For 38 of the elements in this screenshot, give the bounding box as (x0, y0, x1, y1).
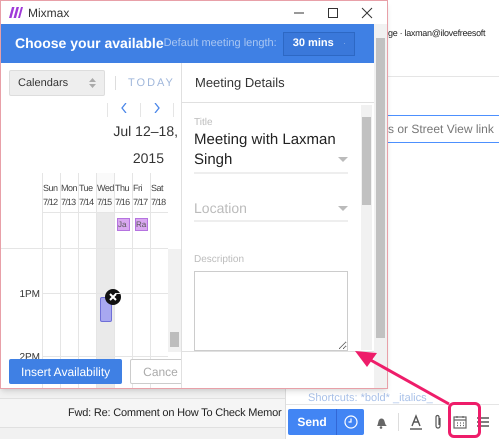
email-row[interactable]: Fwd: Re: Comment on How To Check Memor (0, 398, 285, 428)
sort-icon (89, 78, 96, 88)
meeting-length-label: Default meeting length: (164, 36, 277, 52)
field-label: Description (194, 253, 246, 267)
meeting-length-dropdown[interactable]: 30 mins (282, 32, 355, 56)
close-icon[interactable] (361, 6, 373, 18)
header-title: Choose your available (15, 34, 164, 53)
scrollbar[interactable] (374, 24, 387, 388)
calendar-event[interactable]: Ra (135, 218, 148, 231)
text-format-icon[interactable] (409, 414, 423, 430)
description-field[interactable] (194, 271, 348, 351)
clock-icon[interactable] (344, 415, 358, 429)
title-field[interactable]: Meeting with Laxman Singh (194, 130, 348, 174)
field-label: Title (194, 116, 214, 130)
previous-week-icon[interactable] (121, 103, 127, 113)
day-header[interactable]: Wed 7/15 (97, 173, 114, 213)
scrollbar[interactable] (168, 249, 181, 352)
remove-icon[interactable] (105, 289, 121, 305)
shortcuts-hint: Shortcuts: *bold* _italics_ (308, 391, 433, 404)
app-logo-icon (9, 7, 23, 18)
calendars-select[interactable]: Calendars (9, 70, 105, 96)
location-field[interactable]: s or Street View link (388, 120, 494, 138)
week-range: Jul 12–18, (113, 122, 178, 141)
details-heading: Meeting Details (195, 74, 285, 92)
calendar-event[interactable]: Ja (117, 218, 130, 231)
sender-address: ge · laxman@ilovefreesoft (388, 27, 486, 40)
next-week-icon[interactable] (154, 103, 160, 113)
send-button[interactable]: Send (288, 409, 364, 435)
insert-availability-button[interactable]: Insert Availability (9, 359, 122, 384)
menu-icon[interactable] (477, 417, 489, 427)
highlight-frame (448, 402, 481, 438)
week-year: 2015 (132, 149, 164, 168)
window-title: Mixmax (28, 4, 70, 22)
paperclip-icon[interactable] (433, 414, 443, 430)
scrollbar[interactable] (361, 105, 372, 350)
time-label: 1PM (19, 288, 40, 302)
maximize-icon[interactable] (327, 6, 339, 18)
calendar-icon[interactable] (453, 415, 467, 429)
